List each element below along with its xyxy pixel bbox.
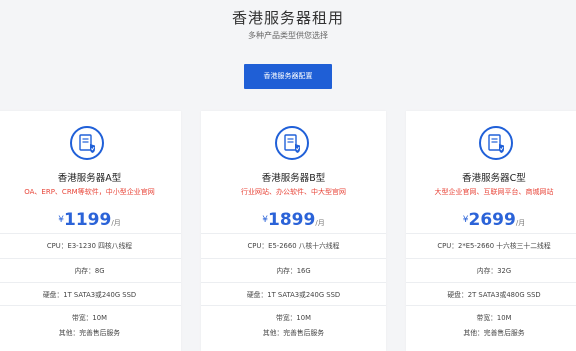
spec-cpu: CPU：E5-2660 八核十六线程 xyxy=(201,233,386,257)
spec-memory: 内存：16G xyxy=(201,258,386,282)
plan-price: ¥2699/月 xyxy=(406,210,576,230)
price-value: 1199 xyxy=(64,210,112,230)
server-shield-icon xyxy=(479,126,513,160)
spec-cpu: CPU：2*E5-2660 十六核三十二线程 xyxy=(406,233,576,257)
plan-description: 大型企业官网、互联网平台、商城网站 xyxy=(434,188,554,196)
spec-disk: 硬盘：1T SATA3或240G SSD xyxy=(201,282,386,306)
spec-cpu: CPU：E3-1230 四核八线程 xyxy=(0,233,181,257)
plan-name: 香港服务器B型 xyxy=(261,173,326,184)
spec-disk: 硬盘：1T SATA3或240G SSD xyxy=(0,282,181,306)
page-title: 香港服务器租用 xyxy=(231,9,344,27)
plan-name: 香港服务器A型 xyxy=(57,173,122,184)
plan-price: ¥1199/月 xyxy=(0,210,181,230)
price-unit: /月 xyxy=(315,219,325,227)
plan-description: OA、ERP、CRM等软件，中小型企业官网 xyxy=(24,188,155,196)
plan-card-a: 香港服务器A型 OA、ERP、CRM等软件，中小型企业官网 ¥1199/月 CP… xyxy=(0,111,181,351)
server-config-button[interactable]: 香港服务器配置 xyxy=(244,64,332,89)
server-shield-icon xyxy=(70,126,104,160)
plan-card-c: 香港服务器C型 大型企业官网、互联网平台、商城网站 ¥2699/月 CPU：2*… xyxy=(406,111,576,351)
spec-other: 其他：完善售后服务 xyxy=(58,329,121,337)
spec-memory: 内存：8G xyxy=(0,258,181,282)
plan-name: 香港服务器C型 xyxy=(462,173,526,184)
page-subtitle: 多种产品类型供您选择 xyxy=(248,31,328,40)
spec-disk: 硬盘：2T SATA3或480G SSD xyxy=(406,282,576,306)
plan-description: 行业网站、办公软件、中大型官网 xyxy=(241,188,346,196)
spec-other: 其他：完善售后服务 xyxy=(262,329,325,337)
price-value: 2699 xyxy=(468,210,516,230)
spec-memory: 内存：32G xyxy=(406,258,576,282)
plan-price: ¥1899/月 xyxy=(201,210,386,230)
spec-other: 其他：完善售后服务 xyxy=(463,329,525,337)
plan-card-b: 香港服务器B型 行业网站、办公软件、中大型官网 ¥1899/月 CPU：E5-2… xyxy=(201,111,386,351)
price-unit: /月 xyxy=(515,219,526,227)
server-shield-icon xyxy=(275,126,309,160)
price-value: 1899 xyxy=(268,210,316,230)
price-unit: /月 xyxy=(111,219,121,227)
